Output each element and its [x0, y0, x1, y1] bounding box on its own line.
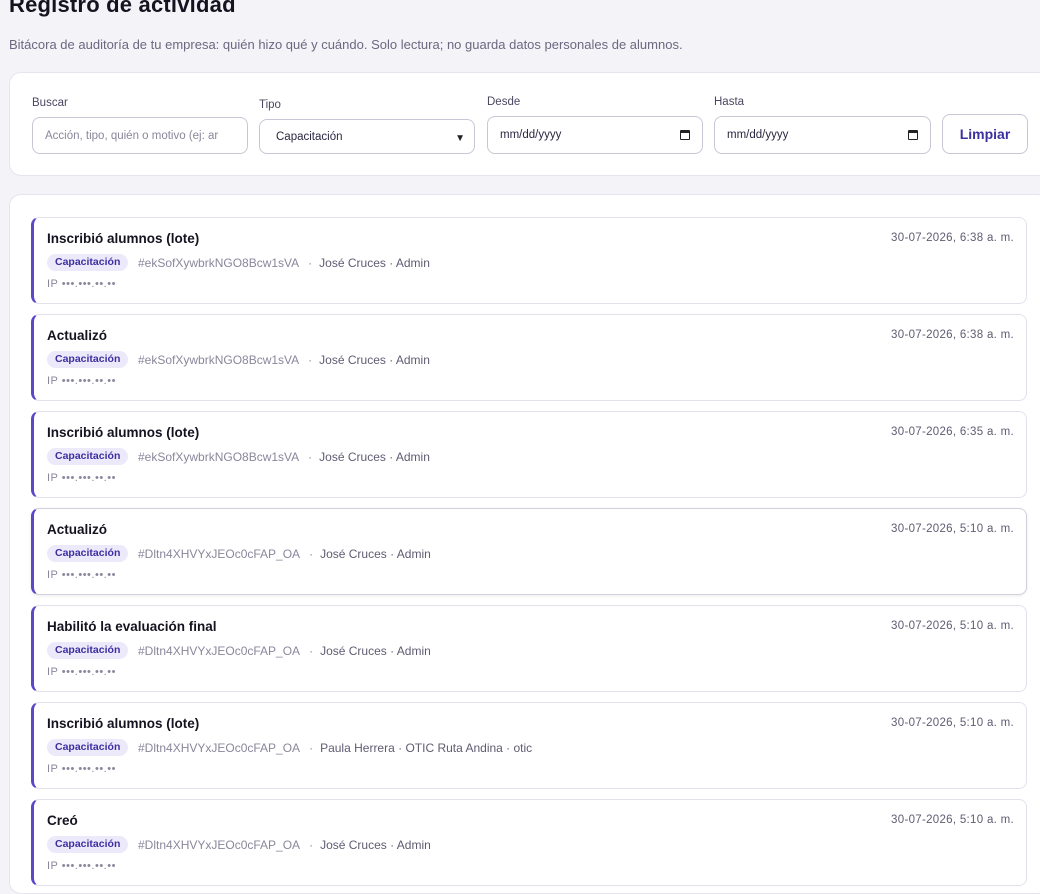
filters-panel: Buscar Acción, tipo, quién o motivo (ej:… [9, 72, 1040, 176]
activity-entry[interactable]: Actualizó 30-07-2026, 6:38 a. m. Capacit… [31, 314, 1027, 401]
page-subtitle: Bitácora de auditoría de tu empresa: qui… [9, 37, 683, 52]
entry-ip: IP •••.•••.••.•• [47, 860, 116, 872]
entry-type-badge: Capacitación [47, 836, 129, 853]
entry-action: Inscribió alumnos (lote) [47, 231, 200, 246]
entry-type-badge: Capacitación [47, 739, 129, 756]
page-title: Registro de actividad [9, 0, 236, 17]
entry-ip: IP •••.•••.••.•• [47, 666, 116, 678]
entry-action: Actualizó [47, 328, 108, 343]
entry-reference: #Dltn4XHVYxJEOc0cFAP_OA [138, 838, 301, 852]
entry-timestamp: 30-07-2026, 6:38 a. m. [891, 232, 1014, 244]
entry-actor: José Cruces · Admin [320, 838, 431, 852]
type-label: Tipo [259, 99, 281, 111]
search-placeholder: Acción, tipo, quién o motivo (ej: ar [45, 129, 219, 142]
entry-actor: Paula Herrera · OTIC Ruta Andina · otic [320, 741, 533, 755]
entry-type-badge: Capacitación [47, 448, 129, 465]
entry-type-badge: Capacitación [47, 642, 129, 659]
entry-type-badge: Capacitación [47, 254, 129, 271]
entry-ip: IP •••.•••.••.•• [47, 472, 116, 484]
entry-actor: José Cruces · Admin [320, 547, 431, 561]
entry-action: Inscribió alumnos (lote) [47, 716, 200, 731]
entry-ip: IP •••.•••.••.•• [47, 569, 116, 581]
entry-action: Creó [47, 813, 78, 828]
entry-action: Inscribió alumnos (lote) [47, 425, 200, 440]
activity-entry[interactable]: Actualizó 30-07-2026, 5:10 a. m. Capacit… [31, 508, 1027, 595]
entry-ip: IP •••.•••.••.•• [47, 763, 116, 775]
to-date-input[interactable]: mm/dd/yyyy [714, 116, 931, 154]
entry-actor: José Cruces · Admin [319, 256, 430, 270]
chevron-down-icon: ▼ [455, 133, 465, 144]
activity-entry[interactable]: Habilitó la evaluación final 30-07-2026,… [31, 605, 1027, 692]
entry-type-badge: Capacitación [47, 545, 129, 562]
entry-reference: #Dltn4XHVYxJEOc0cFAP_OA [138, 741, 301, 755]
from-label: Desde [487, 96, 521, 108]
type-select[interactable]: Capacitación ▼ [259, 119, 475, 154]
entry-actor: José Cruces · Admin [319, 450, 430, 464]
entry-action: Actualizó [47, 522, 108, 537]
entry-action: Habilitó la evaluación final [47, 619, 217, 634]
entry-timestamp: 30-07-2026, 6:35 a. m. [891, 426, 1014, 438]
entry-reference: #ekSofXywbrkNGO8Bcw1sVA [138, 450, 300, 464]
clear-filters-button[interactable]: Limpiar [942, 114, 1028, 154]
search-input[interactable]: Acción, tipo, quién o motivo (ej: ar [32, 117, 248, 154]
entry-ip: IP •••.•••.••.•• [47, 278, 116, 290]
calendar-icon[interactable] [908, 130, 918, 140]
to-label: Hasta [714, 96, 745, 108]
activity-entry[interactable]: Inscribió alumnos (lote) 30-07-2026, 6:3… [31, 217, 1027, 304]
entry-ip: IP •••.•••.••.•• [47, 375, 116, 387]
activity-entry[interactable]: Inscribió alumnos (lote) 30-07-2026, 6:3… [31, 411, 1027, 498]
entry-timestamp: 30-07-2026, 5:10 a. m. [891, 717, 1014, 729]
entry-reference: #ekSofXywbrkNGO8Bcw1sVA [138, 353, 300, 367]
to-date-placeholder: mm/dd/yyyy [727, 129, 789, 141]
entry-type-badge: Capacitación [47, 351, 129, 368]
from-date-input[interactable]: mm/dd/yyyy [487, 116, 703, 154]
entry-reference: #Dltn4XHVYxJEOc0cFAP_OA [138, 547, 301, 561]
entry-timestamp: 30-07-2026, 6:38 a. m. [891, 329, 1014, 341]
search-label: Buscar [32, 97, 68, 109]
from-date-placeholder: mm/dd/yyyy [500, 129, 562, 141]
entry-actor: José Cruces · Admin [320, 644, 431, 658]
entry-reference: #Dltn4XHVYxJEOc0cFAP_OA [138, 644, 301, 658]
type-select-value: Capacitación [276, 130, 343, 143]
entry-reference: #ekSofXywbrkNGO8Bcw1sVA [138, 256, 300, 270]
entry-actor: José Cruces · Admin [319, 353, 430, 367]
entry-timestamp: 30-07-2026, 5:10 a. m. [891, 523, 1014, 535]
calendar-icon[interactable] [680, 130, 690, 140]
activity-entry[interactable]: Inscribió alumnos (lote) 30-07-2026, 5:1… [31, 702, 1027, 789]
entry-timestamp: 30-07-2026, 5:10 a. m. [891, 620, 1014, 632]
entry-timestamp: 30-07-2026, 5:10 a. m. [891, 814, 1014, 826]
activity-entry[interactable]: Creó 30-07-2026, 5:10 a. m. Capacitación… [31, 799, 1027, 886]
